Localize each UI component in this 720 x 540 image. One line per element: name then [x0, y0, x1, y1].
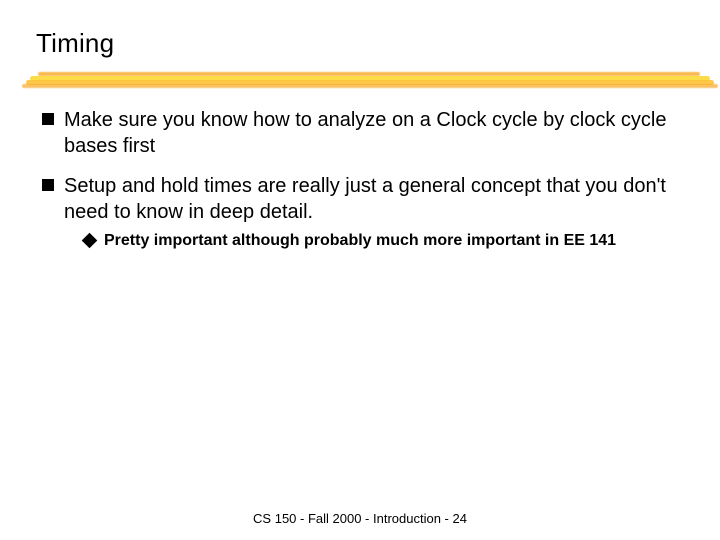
bullet-text: Setup and hold times are really just a g… — [64, 175, 666, 223]
title-underline — [0, 72, 720, 92]
slide: Timing Make sure you know how to analyze… — [0, 0, 720, 540]
bullet-item: Setup and hold times are really just a g… — [40, 173, 684, 252]
title-region: Timing — [36, 28, 684, 59]
sub-bullet-list: Pretty important although probably much … — [64, 231, 684, 252]
bullet-item: Make sure you know how to analyze on a C… — [40, 107, 684, 159]
slide-footer: CS 150 - Fall 2000 - Introduction - 24 — [0, 511, 720, 526]
bullet-text: Make sure you know how to analyze on a C… — [64, 109, 667, 157]
bullet-list: Make sure you know how to analyze on a C… — [36, 107, 684, 252]
sub-bullet-text: Pretty important although probably much … — [104, 232, 616, 249]
slide-title: Timing — [36, 28, 684, 59]
sub-bullet-item: Pretty important although probably much … — [84, 231, 684, 252]
